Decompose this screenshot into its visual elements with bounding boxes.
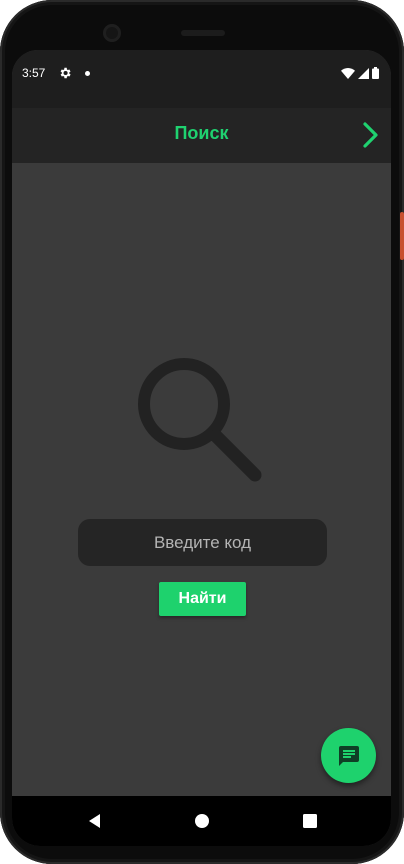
chat-icon bbox=[338, 745, 359, 766]
gear-icon bbox=[60, 67, 71, 79]
phone-frame: 3:57 Поиск Введите код Найти bbox=[0, 0, 404, 864]
signal-icon bbox=[358, 68, 369, 79]
find-button[interactable]: Найти bbox=[159, 582, 246, 616]
status-time: 3:57 bbox=[22, 66, 46, 80]
app-bar: Поиск bbox=[12, 108, 391, 163]
notification-dot bbox=[85, 71, 90, 76]
earpiece-speaker bbox=[181, 30, 225, 36]
home-icon[interactable] bbox=[192, 811, 212, 831]
chevron-right-icon[interactable] bbox=[355, 120, 385, 150]
code-input[interactable] bbox=[78, 519, 327, 566]
battery-icon bbox=[372, 67, 379, 79]
navigation-bar bbox=[12, 796, 391, 846]
status-bar: 3:57 bbox=[12, 50, 391, 108]
status-icons bbox=[341, 67, 379, 79]
screen: 3:57 Поиск Введите код Найти bbox=[12, 50, 391, 846]
page-title: Поиск bbox=[174, 123, 229, 143]
front-camera bbox=[103, 24, 121, 42]
recents-icon[interactable] bbox=[300, 811, 320, 831]
chat-fab[interactable] bbox=[321, 728, 376, 783]
power-button bbox=[400, 212, 404, 260]
back-icon[interactable] bbox=[85, 811, 105, 831]
wifi-icon bbox=[341, 68, 355, 79]
magnifier-icon bbox=[138, 358, 262, 482]
